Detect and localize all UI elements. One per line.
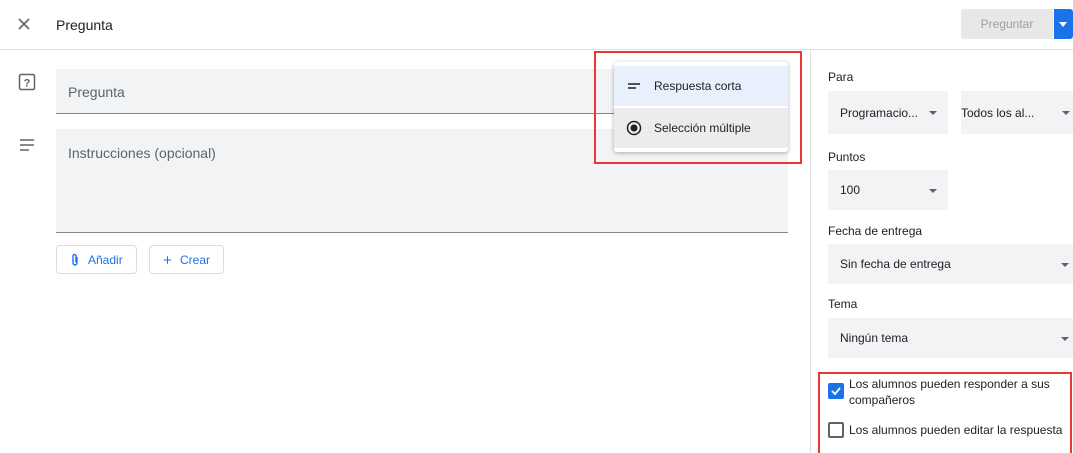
question-icon: ? [18, 73, 36, 91]
chevron-down-icon [1062, 111, 1070, 115]
class-dropdown[interactable]: Programacio... [828, 91, 948, 134]
plus-icon [163, 255, 172, 264]
instructions-icon [20, 139, 34, 151]
menu-item-label: Selección múltiple [654, 121, 751, 135]
question-type-menu: Respuesta corta Selección múltiple [614, 62, 788, 152]
add-label: Añadir [88, 252, 123, 267]
due-date-dropdown[interactable]: Sin fecha de entrega [828, 244, 1073, 284]
question-placeholder: Pregunta [68, 84, 125, 100]
students-value: Todos los al... [961, 106, 1035, 120]
points-value: 100 [840, 183, 861, 197]
reply-checkbox[interactable] [828, 383, 844, 399]
topic-dropdown[interactable]: Ningún tema [828, 318, 1073, 358]
chevron-down-icon [929, 189, 937, 193]
topic-value: Ningún tema [840, 331, 909, 345]
ask-options-button[interactable] [1054, 9, 1073, 39]
chevron-down-icon [1061, 263, 1069, 267]
due-date-value: Sin fecha de entrega [840, 257, 951, 271]
points-dropdown[interactable]: 100 [828, 170, 948, 210]
add-button[interactable]: Añadir [56, 245, 137, 274]
menu-item-multiple-choice[interactable]: Selección múltiple [614, 108, 788, 148]
class-value: Programacio... [840, 106, 919, 120]
reply-option-label: Los alumnos pueden responder a sus compa… [849, 377, 1050, 407]
radio-icon [614, 120, 654, 136]
edit-option-label: Los alumnos pueden editar la respuesta [849, 423, 1063, 437]
points-label: Puntos [828, 150, 866, 164]
topic-label: Tema [828, 297, 858, 311]
paperclip-icon [72, 253, 78, 266]
top-bar: Pregunta Preguntar [0, 0, 1073, 50]
create-label: Crear [179, 252, 210, 267]
menu-item-short-answer[interactable]: Respuesta corta [614, 66, 788, 106]
edit-checkbox[interactable] [828, 422, 844, 438]
short-answer-icon [614, 82, 654, 90]
ask-button[interactable]: Preguntar [961, 9, 1053, 39]
create-button[interactable]: Crear [149, 245, 224, 274]
page-title: Pregunta [56, 17, 113, 33]
chevron-down-icon [929, 111, 937, 115]
due-date-label: Fecha de entrega [828, 224, 923, 238]
chevron-down-icon [1061, 337, 1069, 341]
for-label: Para [828, 70, 854, 84]
instructions-placeholder: Instrucciones (opcional) [68, 145, 216, 161]
students-dropdown[interactable]: Todos los al... [961, 91, 1073, 134]
check-icon [831, 387, 841, 396]
menu-item-label: Respuesta corta [654, 79, 742, 93]
close-icon[interactable] [14, 14, 34, 34]
svg-text:?: ? [24, 78, 31, 90]
